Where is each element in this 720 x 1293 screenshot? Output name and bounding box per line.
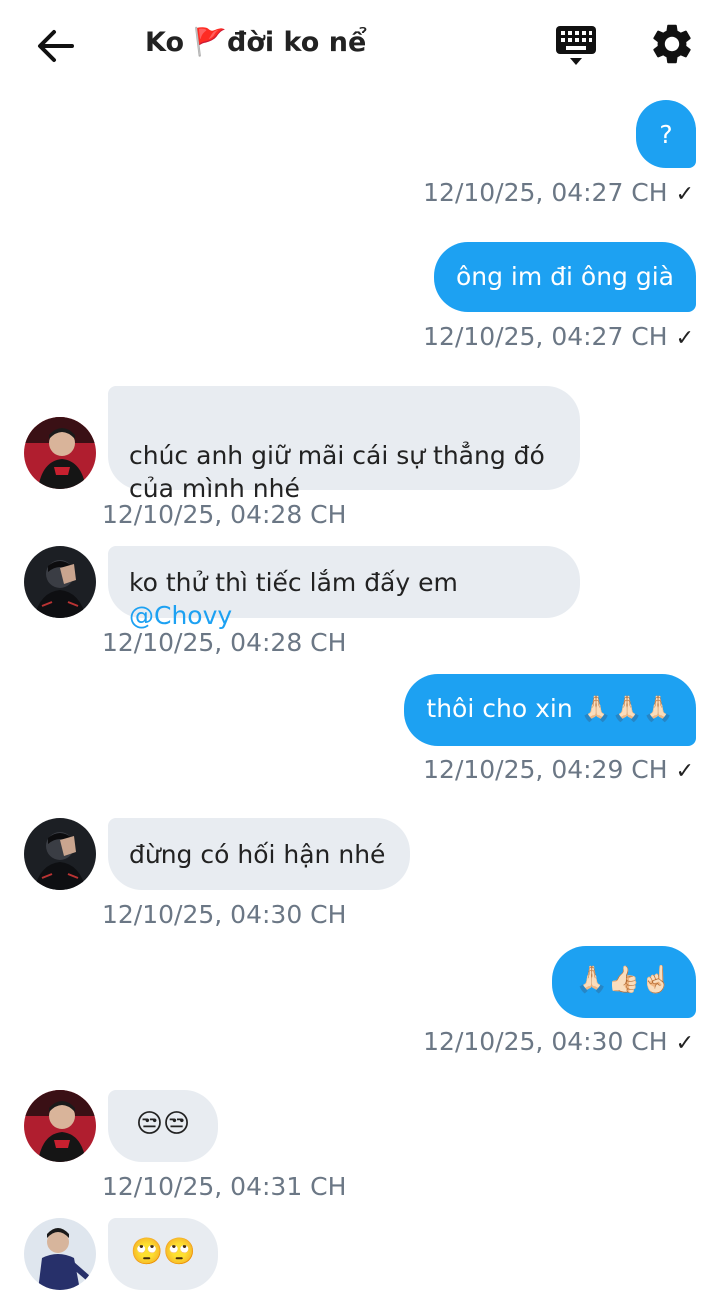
outgoing-message-bubble[interactable]: ông im đi ông già [433,242,696,312]
incoming-message-bubble[interactable]: chúc anh giữ mãi cái sự thẳng đó của mìn… [108,386,580,503]
message-timestamp: 12/10/25, 04:30 CH [102,900,347,929]
keyboard-icon [556,26,596,65]
avatar[interactable] [24,818,96,890]
gear-icon [653,24,691,64]
outgoing-message-bubble[interactable]: 🙏🏻👍🏻☝🏻 [552,946,696,1018]
message-timestamp: 12/10/25, 04:27 CH ✓ [423,322,694,351]
avatar[interactable] [24,417,96,489]
sent-check-icon: ✓ [675,1031,694,1056]
message-text: 😒😒 [135,1109,191,1139]
settings-button[interactable] [648,20,696,68]
incoming-message-bubble[interactable]: đừng có hối hận nhé [108,818,410,890]
user-mention-link[interactable]: @Chovy [129,601,232,630]
message-text: ko thử thì tiếc lắm đấy em [129,568,458,597]
message-timestamp: 12/10/25, 04:28 CH [102,628,347,657]
incoming-message-bubble[interactable]: 😒😒 [108,1090,218,1162]
arrow-left-icon [38,30,74,62]
keyboard-button[interactable] [552,22,600,70]
sent-check-icon: ✓ [675,182,694,207]
chat-title: Ko 🚩đời ko nể [145,27,367,58]
outgoing-message-bubble[interactable]: thôi cho xin 🙏🏻🙏🏻🙏🏻 [404,674,696,746]
incoming-message-bubble[interactable]: 🙄🙄 [108,1218,218,1290]
avatar-blue-suit-image [24,1218,96,1290]
outgoing-message-bubble[interactable]: ? [636,100,696,168]
avatar[interactable] [24,546,96,618]
message-timestamp: 12/10/25, 04:28 CH [102,500,347,529]
back-button[interactable] [32,22,80,70]
sent-check-icon: ✓ [675,326,694,351]
avatar[interactable] [24,1090,96,1162]
avatar-red-jersey-image [24,1090,96,1162]
message-text: ông im đi ông già [455,262,674,291]
chat-header: Ko 🚩đời ko nể [0,0,720,90]
message-timestamp: 12/10/25, 04:30 CH ✓ [423,1027,694,1056]
message-timestamp: 12/10/25, 04:29 CH ✓ [423,755,694,784]
incoming-message-bubble[interactable]: ko thử thì tiếc lắm đấy em @Chovy [108,546,580,630]
message-timestamp: 12/10/25, 04:31 CH [102,1172,347,1201]
message-timestamp: 12/10/25, 04:27 CH ✓ [423,178,694,207]
avatar-dark-hand-image [24,546,96,618]
avatar-dark-hand-image [24,818,96,890]
message-text: 🙄🙄 [130,1237,196,1267]
message-text: 🙏🏻👍🏻☝🏻 [575,965,673,995]
message-text: thôi cho xin 🙏🏻🙏🏻🙏🏻 [426,694,674,723]
message-text: đừng có hối hận nhé [129,840,386,869]
message-text: chúc anh giữ mãi cái sự thẳng đó của mìn… [129,441,545,503]
avatar[interactable] [24,1218,96,1290]
message-text: ? [659,120,673,149]
avatar-red-jersey-image [24,417,96,489]
sent-check-icon: ✓ [675,759,694,784]
